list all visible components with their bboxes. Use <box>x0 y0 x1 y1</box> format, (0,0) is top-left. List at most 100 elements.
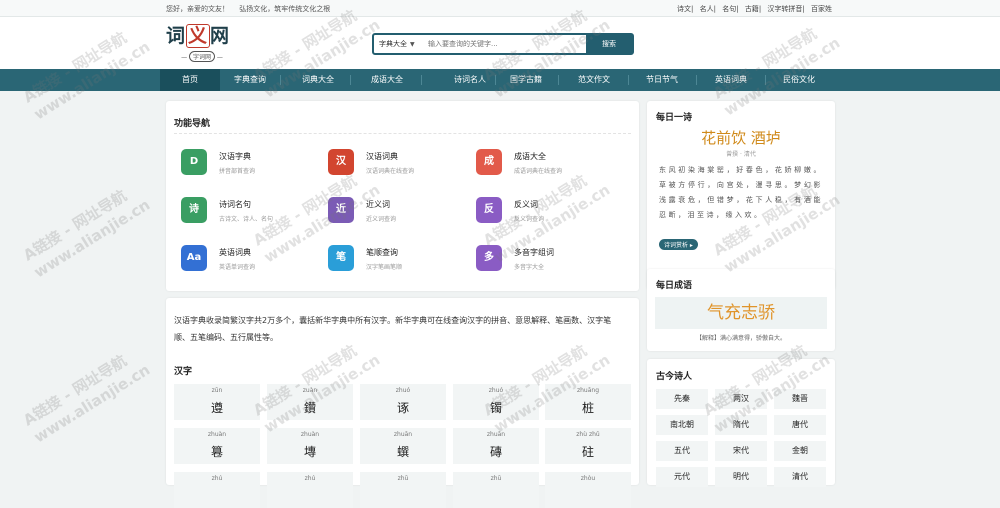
search-category-select[interactable]: 字典大全 ▼ <box>374 35 426 53</box>
hanzi-char: 篹 <box>210 445 223 459</box>
func-item-hanyu-zidian[interactable]: D 汉语字典 拼音部首查询 <box>181 147 321 181</box>
dictionary-icon: D <box>181 149 207 175</box>
idiom-name[interactable]: 气充志骄 <box>655 297 827 329</box>
watermark: A链接 - 网址导航 www.alianjie.cn <box>20 343 154 448</box>
hanzi-cell[interactable]: zhuó 镯 <box>453 384 539 420</box>
hanzi-cell[interactable]: zhuān 磚 <box>453 428 539 464</box>
func-item-desc: 拼音部首查询 <box>219 168 256 175</box>
hanzi-cell[interactable]: zuàn 鑽 <box>267 384 353 420</box>
hanzi-cell[interactable]: zūn 遵 <box>174 384 260 420</box>
nav-divider <box>558 75 559 85</box>
pinyin: zhuāng <box>576 387 600 394</box>
era-item[interactable]: 魏晋 <box>774 389 826 409</box>
hanzi-cell[interactable]: zhuàn 塼 <box>267 428 353 464</box>
header: 词义网 — 字词网 — 字典大全▼ 搜索 <box>0 17 1000 69</box>
era-item[interactable]: 先秦 <box>656 389 708 409</box>
func-item-hanyu-cidian[interactable]: 汉 汉语词典 汉语词典在线查询 <box>328 147 468 181</box>
hanzi-cell[interactable]: zhuāng 桩 <box>545 384 631 420</box>
era-item[interactable]: 宋代 <box>715 441 767 461</box>
era-item[interactable]: 明代 <box>715 467 767 487</box>
nav-item-english[interactable]: 英语词典 <box>701 69 761 91</box>
logo-title: 词义网 <box>166 21 238 48</box>
hanzi-char: 塼 <box>303 445 316 459</box>
synonym-icon: 近 <box>328 197 354 223</box>
poets-panel: 古今诗人 先秦 两汉 魏晋 南北朝 隋代 唐代 五代 宋代 金朝 元代 明代 清… <box>647 359 835 487</box>
pinyin: zhū <box>490 475 502 482</box>
hanzi-cell[interactable]: zhú <box>267 472 353 508</box>
logo-char: 词 <box>166 25 187 47</box>
era-item[interactable]: 五代 <box>656 441 708 461</box>
era-item[interactable]: 隋代 <box>715 415 767 435</box>
func-item-desc: 古诗文、诗人、名句 <box>219 216 274 223</box>
daily-idiom-panel: 每日成语 气充志骄 【解释】满心满意得，骄傲自大。 <box>647 269 835 351</box>
nav-item-festivals[interactable]: 节日节气 <box>632 69 692 91</box>
top-link[interactable]: 百家姓 <box>811 5 832 13</box>
site-logo[interactable]: 词义网 — 字词网 — <box>166 21 238 63</box>
era-item[interactable]: 清代 <box>774 467 826 487</box>
func-item-desc: 汉字笔画笔顺 <box>366 264 403 271</box>
nav-item-cidian[interactable]: 词典大全 <box>288 69 348 91</box>
func-item-synonym[interactable]: 近 近义词 近义词查询 <box>328 195 468 229</box>
greeting-text: 您好，亲爱的文友！ <box>166 5 229 13</box>
function-nav-title: 功能导航 <box>174 119 211 129</box>
nav-item-folk[interactable]: 民俗文化 <box>769 69 829 91</box>
hanzi-cell[interactable]: zhuān 蟤 <box>360 428 446 464</box>
func-item-english[interactable]: Aa 英语词典 英语单词查询 <box>181 243 321 277</box>
hanzi-cell[interactable]: zhuàn 篹 <box>174 428 260 464</box>
nav-item-essays[interactable]: 范文作文 <box>564 69 624 91</box>
nav-item-idioms[interactable]: 成语大全 <box>357 69 417 91</box>
func-item-name: 笔顺查询 <box>366 248 398 257</box>
nav-item-dictionary[interactable]: 字典查询 <box>220 69 280 91</box>
func-item-antonym[interactable]: 反 反义词 反义词查询 <box>476 195 616 229</box>
era-item[interactable]: 元代 <box>656 467 708 487</box>
era-item[interactable]: 南北朝 <box>656 415 708 435</box>
top-link[interactable]: 名句 <box>722 5 736 13</box>
hanzi-char: 诼 <box>396 401 409 415</box>
daily-poem-panel: 每日一诗 花前饮 酒垆 曾揆 · 清代 东风初染海棠罂，好春色，花娇柳嫩。草被方… <box>647 101 835 290</box>
top-link[interactable]: 诗文 <box>677 5 691 13</box>
top-link[interactable]: 汉字转拼音 <box>767 5 802 13</box>
pinyin: zhuàn <box>207 431 227 438</box>
search-button[interactable]: 搜索 <box>586 35 632 53</box>
poem-name[interactable]: 花前饮 酒垆 <box>647 127 835 148</box>
hanzi-cell[interactable]: zhú <box>174 472 260 508</box>
nav-item-home[interactable]: 首页 <box>160 69 220 91</box>
func-item-shici[interactable]: 诗 诗词名句 古诗文、诗人、名句 <box>181 195 321 229</box>
hanzi-cell[interactable]: zhù zhǔ 砫 <box>545 428 631 464</box>
search-category-label: 字典大全 <box>379 40 407 48</box>
watermark-line: www.alianjie.cn <box>30 360 154 447</box>
nav-item-classics[interactable]: 国学古籍 <box>496 69 556 91</box>
hanzi-cell[interactable]: zhū <box>453 472 539 508</box>
pinyin: zūn <box>211 387 223 394</box>
nav-divider <box>765 75 766 85</box>
func-item-name: 近义词 <box>366 200 390 209</box>
func-item-desc: 汉语词典在线查询 <box>366 168 415 175</box>
pinyin: zhuó <box>395 387 411 394</box>
era-item[interactable]: 唐代 <box>774 415 826 435</box>
func-item-chengyu[interactable]: 成 成语大全 成语词典在线查询 <box>476 147 616 181</box>
func-item-name: 英语词典 <box>219 248 251 257</box>
search-input[interactable] <box>428 35 588 53</box>
pinyin: zhòu <box>580 475 596 482</box>
top-link[interactable]: 古籍 <box>745 5 759 13</box>
func-item-polyphone[interactable]: 多 多音字组词 多音字大全 <box>476 243 616 277</box>
pinyin: zhū <box>397 475 409 482</box>
pinyin: zhù zhǔ <box>576 431 600 438</box>
era-item[interactable]: 两汉 <box>715 389 767 409</box>
top-link[interactable]: 名人 <box>700 5 714 13</box>
hanzi-cell[interactable]: zhòu <box>545 472 631 508</box>
top-links: 诗文| 名人| 名句| 古籍| 汉字转拼音| 百家姓 <box>677 5 832 13</box>
era-item[interactable]: 金朝 <box>774 441 826 461</box>
func-item-desc: 英语单词查询 <box>219 264 256 271</box>
hanzi-cell[interactable]: zhuó 诼 <box>360 384 446 420</box>
hanzi-cell[interactable]: zhū <box>360 472 446 508</box>
chevron-down-icon: ▼ <box>410 41 415 48</box>
pinyin: zhú <box>304 475 316 482</box>
antonym-icon: 反 <box>476 197 502 223</box>
poem-author: 曾揆 · 清代 <box>726 151 756 158</box>
nav-item-poets[interactable]: 诗词名人 <box>440 69 500 91</box>
hanzi-char: 遵 <box>210 401 223 415</box>
func-item-stroke-order[interactable]: 笔 笔顺查询 汉字笔画笔顺 <box>328 243 468 277</box>
poem-book-icon: 诗 <box>181 197 207 223</box>
poem-appreciation-button[interactable]: 诗词赏析 ▸ <box>659 239 698 250</box>
